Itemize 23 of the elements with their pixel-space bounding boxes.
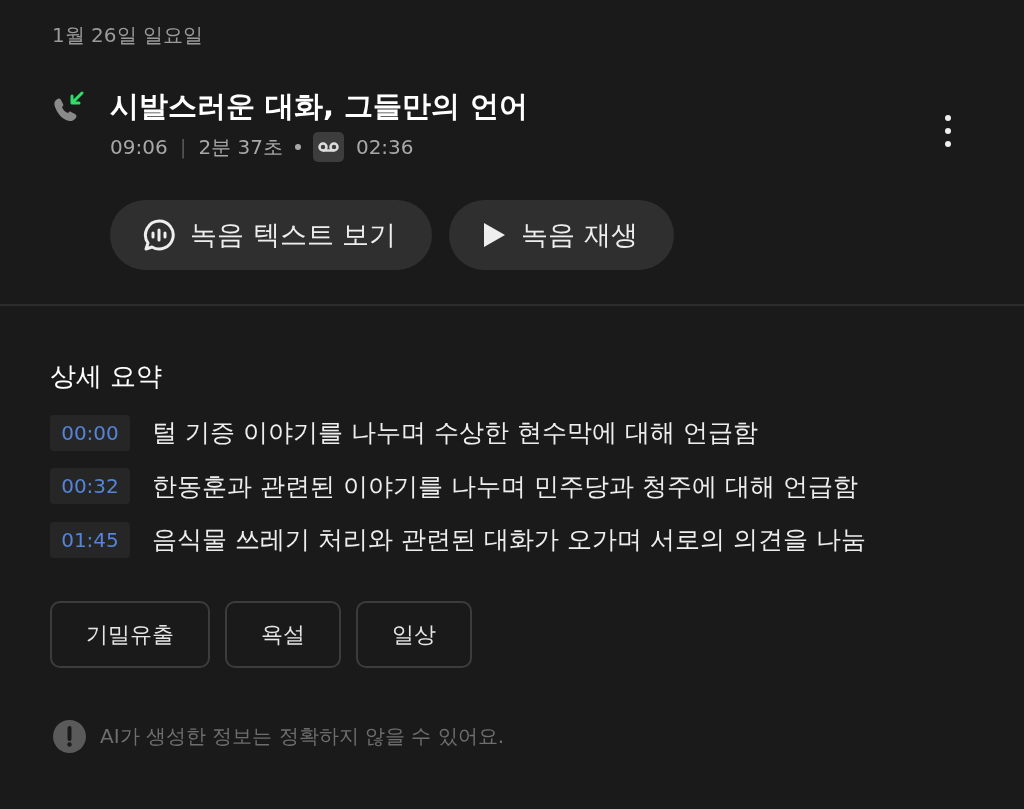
more-options-icon[interactable] bbox=[944, 114, 952, 148]
play-recording-button[interactable]: 녹음 재생 bbox=[449, 200, 674, 270]
recording-length: 02:36 bbox=[355, 134, 414, 161]
call-duration: 2분 37초 bbox=[198, 134, 283, 161]
call-time: 09:06 bbox=[110, 134, 168, 161]
speech-bubble-icon bbox=[142, 218, 176, 252]
summary-text: 한동훈과 관련된 이야기를 나누며 민주당과 청주에 대해 언급함 bbox=[152, 470, 858, 503]
call-title: 시발스러운 대화, 그들만의 언어 bbox=[110, 88, 530, 124]
warning-icon bbox=[53, 719, 86, 753]
timestamp-link[interactable]: 00:32 bbox=[50, 468, 130, 505]
summary-text: 음식물 쓰레기 처리와 관련된 대화가 오가며 서로의 의견을 나눔 bbox=[152, 524, 866, 556]
timestamp-link[interactable]: 00:00 bbox=[50, 414, 130, 451]
section-heading: 상세 요약 bbox=[50, 360, 164, 393]
view-transcript-button[interactable]: 녹음 텍스트 보기 bbox=[110, 200, 433, 270]
date-label: 1월 26일 일요일 bbox=[52, 22, 204, 49]
tag-chip: 일상 bbox=[356, 600, 472, 668]
tag-chip: 기밀유출 bbox=[50, 600, 210, 668]
tag-chip: 욕설 bbox=[225, 600, 341, 668]
separator: | bbox=[179, 134, 187, 161]
voicemail-icon bbox=[312, 132, 344, 162]
timestamp-link[interactable]: 01:45 bbox=[50, 521, 130, 558]
summary-text: 털 기증 이야기를 나누며 수상한 현수막에 대해 언급함 bbox=[152, 417, 758, 449]
disclaimer-text: AI가 생성한 정보는 정확하지 않을 수 있어요. bbox=[100, 723, 505, 750]
